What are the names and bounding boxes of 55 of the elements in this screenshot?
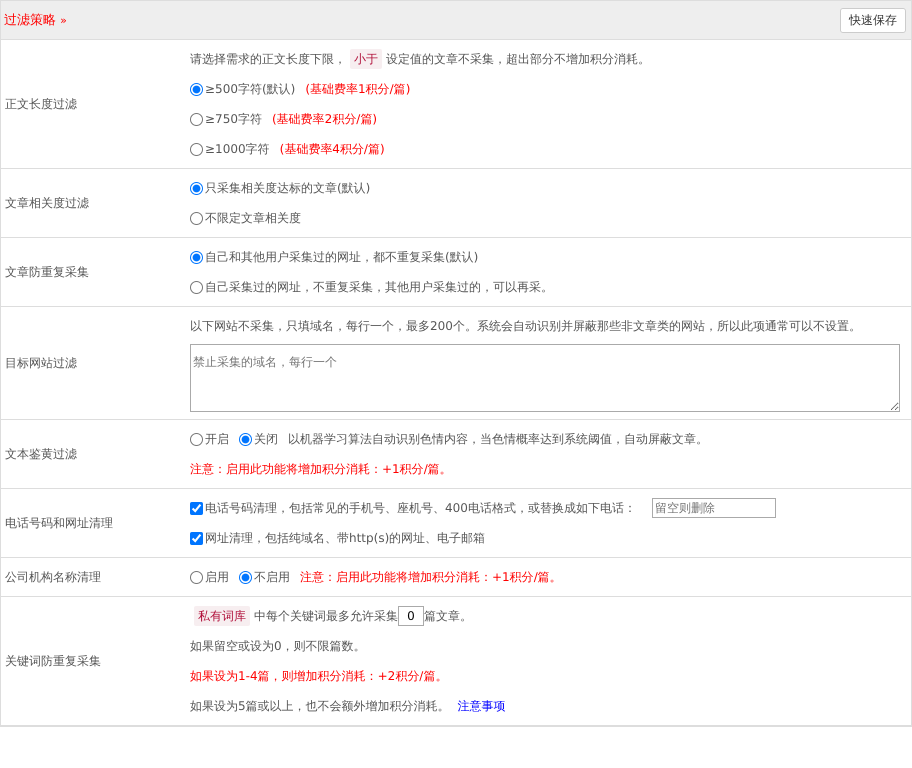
rate-text: (基础费率1积分/篇) [305, 81, 410, 98]
warning-text: 注意：启用此功能将增加积分消耗：+1积分/篇。 [300, 569, 562, 586]
row-label: 关键词防重复采集 [4, 652, 102, 670]
row-label: 文章相关度过滤 [4, 194, 90, 212]
radio-button[interactable] [190, 82, 203, 96]
radio-button[interactable] [190, 112, 203, 126]
checkbox[interactable] [190, 532, 203, 544]
radio-button[interactable] [190, 142, 203, 156]
keyword-tag: 小于 [350, 49, 382, 69]
warning-text: 注意：启用此功能将增加积分消耗：+1积分/篇。 [190, 461, 452, 478]
hint-text: 设定值的文章不采集，超出部分不增加积分消耗。 [386, 51, 650, 68]
checkbox[interactable] [190, 502, 203, 514]
rate-text: (基础费率4积分/篇) [280, 141, 385, 158]
radio-option[interactable]: 不限定文章相关度 [190, 203, 301, 233]
row-label: 目标网站过滤 [4, 354, 78, 372]
radio-button[interactable] [190, 182, 203, 194]
hint-text: 篇文章。 [424, 608, 472, 625]
radio-button[interactable] [190, 212, 203, 224]
row-label: 文本鉴黄过滤 [4, 446, 78, 462]
radio-option[interactable]: 自己采集过的网址，不重复采集，其他用户采集过的，可以再采。 [190, 272, 553, 302]
hint-text: 如果设为5篇或以上，也不会额外增加积分消耗。 [190, 698, 450, 715]
notes-link[interactable]: 注意事项 [458, 691, 506, 721]
domain-textarea[interactable]: 禁止采集的域名，每行一个 [190, 344, 900, 412]
row-label: 公司机构名称清理 [4, 568, 102, 586]
checkbox-option[interactable]: 电话号码清理，包括常见的手机号、座机号、400电话格式，或替换成如下电话： [190, 493, 636, 523]
radio-option[interactable]: 不启用 [239, 562, 290, 592]
phone-input[interactable]: 留空则删除 [652, 498, 776, 518]
radio-button[interactable] [190, 432, 203, 446]
checkbox-option[interactable]: 网址清理，包括纯域名、带http(s)的网址、电子邮箱 [190, 523, 486, 553]
hint-text: 以机器学习算法自动识别色情内容，当色情概率达到系统阈值，自动屏蔽文章。 [288, 431, 708, 448]
radio-button[interactable] [239, 432, 252, 446]
radio-button[interactable] [190, 570, 203, 584]
hint-text: 如果留空或设为0，则不限篇数。 [190, 638, 366, 655]
warning-text: 如果设为1-4篇，则增加积分消耗：+2积分/篇。 [190, 668, 448, 685]
radio-option[interactable]: 关闭 [239, 424, 278, 454]
row-label: 电话号码和网址清理 [4, 514, 114, 532]
radio-button[interactable] [190, 250, 203, 264]
hint-text: 以下网站不采集，只填域名，每行一个，最多200个。系统会自动识别并屏蔽那些非文章类的网站，所以此项通常可以不设置。 [190, 318, 861, 335]
save-button[interactable]: 快速保存 [840, 8, 906, 32]
hint-text: 中每个关键词最多允许采集 [254, 608, 398, 625]
rate-text: (基础费率2积分/篇) [272, 111, 378, 128]
radio-option[interactable]: 开启 [190, 424, 229, 454]
keyword-tag: 私有词库 [194, 606, 250, 626]
radio-button[interactable] [239, 570, 252, 584]
row-label: 文章防重复采集 [4, 264, 90, 280]
radio-option[interactable]: 启用 [190, 562, 229, 592]
row-label: 正文长度过滤 [4, 96, 78, 112]
radio-option[interactable]: 只采集相关度达标的文章(默认) [190, 173, 370, 203]
radio-button[interactable] [190, 280, 203, 294]
radio-option[interactable]: ≥750字符 [190, 104, 262, 134]
count-input[interactable]: 0 [398, 606, 424, 626]
hint-text: 请选择需求的正文长度下限， [190, 51, 346, 68]
radio-option[interactable]: 自己和其他用户采集过的网址，都不重复采集(默认) [190, 242, 478, 272]
radio-option[interactable]: ≥1000字符 [190, 134, 270, 164]
radio-option[interactable]: ≥500字符(默认) [190, 74, 296, 104]
